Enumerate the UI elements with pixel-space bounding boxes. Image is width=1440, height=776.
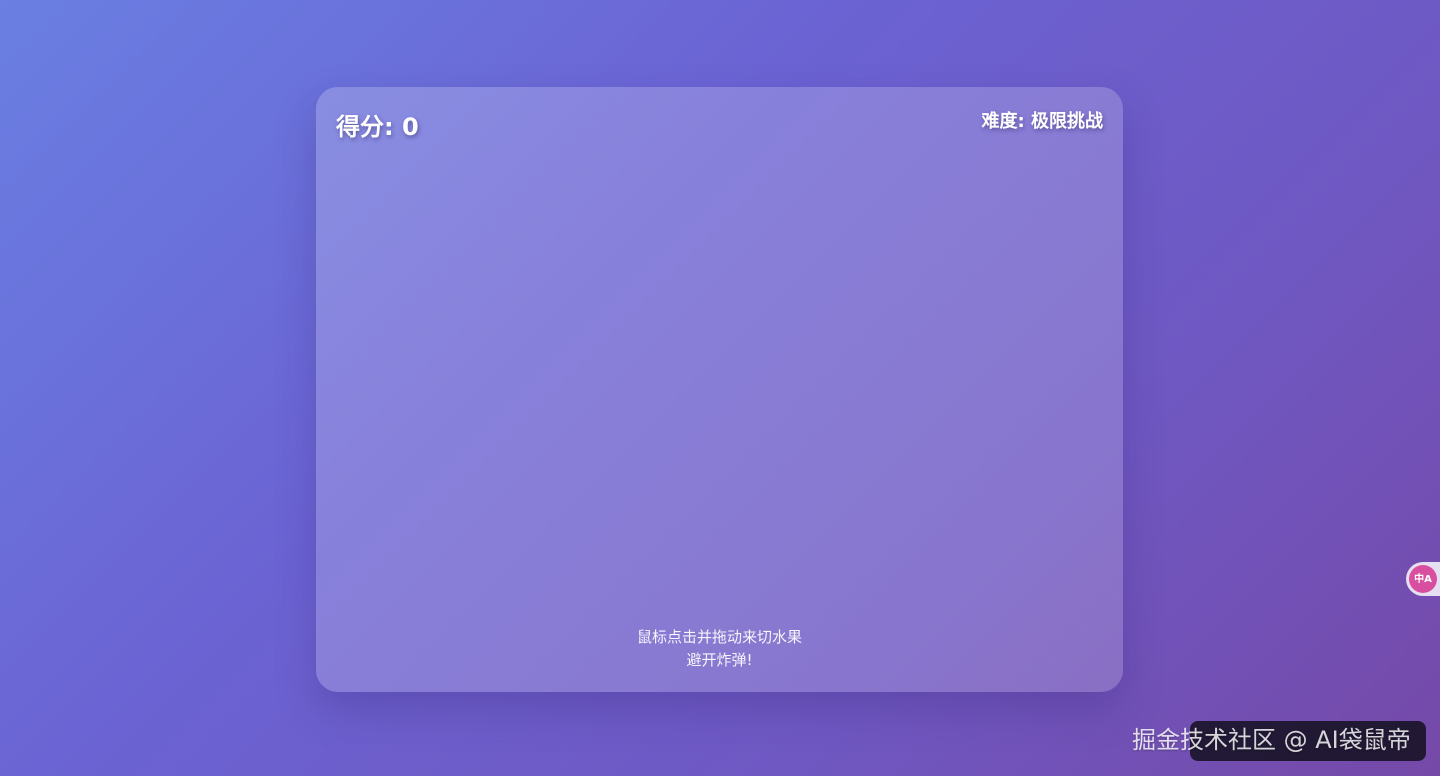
translate-icon-text: 中A — [1414, 573, 1432, 585]
instruction-line-avoid-bombs: 避开炸弹! — [686, 651, 753, 669]
game-instructions: 鼠标点击并拖动来切水果 避开炸弹! — [316, 626, 1123, 672]
fruit-cutting-area[interactable] — [316, 147, 1123, 617]
translate-widget[interactable]: 中A — [1406, 562, 1440, 596]
translate-icon: 中A — [1409, 565, 1437, 593]
score-display: 得分: 0 — [336, 113, 419, 141]
difficulty-display: 难度: 极限挑战 — [981, 111, 1103, 132]
juejin-watermark: 掘金技术社区 @ AI袋鼠帝 — [1132, 726, 1411, 754]
game-panel[interactable]: 得分: 0 难度: 极限挑战 鼠标点击并拖动来切水果 避开炸弹! — [316, 87, 1123, 692]
instruction-line-drag: 鼠标点击并拖动来切水果 — [636, 628, 802, 646]
